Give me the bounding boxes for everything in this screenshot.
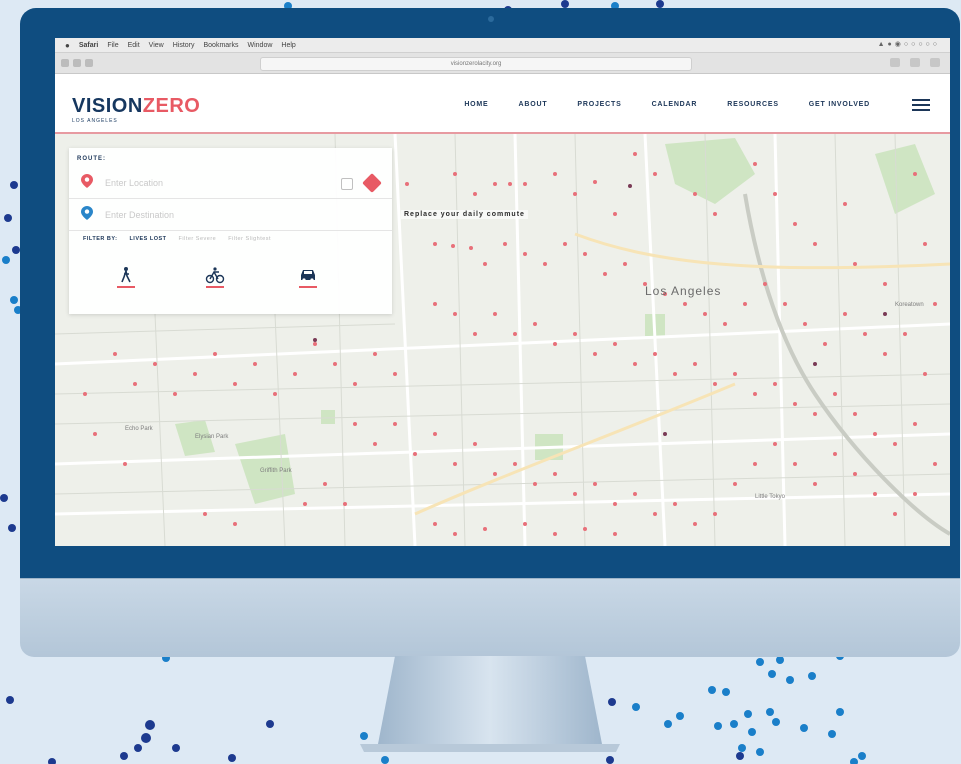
back-button[interactable] [61, 59, 69, 67]
destination-row[interactable]: Enter Destination [69, 200, 392, 231]
car-icon[interactable] [297, 266, 319, 288]
place-label: Griffith Park [260, 468, 292, 474]
place-label: Elysian Park [195, 434, 229, 440]
browser-actions [890, 58, 940, 67]
monitor-stand [360, 656, 620, 752]
nav-projects[interactable]: PROJECTS [577, 101, 621, 108]
logo-vision-text: VISION [72, 95, 143, 117]
hamburger-menu-icon[interactable] [912, 99, 930, 111]
nav-get-involved[interactable]: GET INVOLVED [809, 101, 870, 108]
status-icons: ▲●◉○○○○○ [877, 41, 940, 48]
filter-bar: FILTER BY: LIVES LOST Filter Severe Filt… [83, 236, 271, 242]
menu-file[interactable]: File [107, 42, 118, 49]
pedestrian-icon[interactable] [115, 266, 137, 288]
imac-monitor: ● Safari File Edit View History Bookmark… [20, 8, 960, 657]
start-location-row[interactable]: Enter Location [69, 168, 392, 199]
filter-lives-lost[interactable]: LIVES LOST [129, 236, 166, 242]
travel-modes [69, 260, 392, 300]
bicycle-icon[interactable] [204, 266, 226, 288]
apple-icon[interactable]: ● [65, 41, 70, 50]
start-location-input[interactable]: Enter Location [105, 178, 163, 188]
filter-label: FILTER BY: [83, 236, 118, 242]
commute-heading: Replace your daily commute [401, 210, 528, 219]
destination-input[interactable]: Enter Destination [105, 210, 174, 220]
nav-calendar[interactable]: CALENDAR [652, 101, 698, 108]
downloads-icon[interactable] [890, 58, 900, 67]
logo-zero-text: ZERO [142, 95, 201, 117]
address-bar[interactable]: visionzerolacity.org [260, 57, 692, 71]
destination-pin-icon [81, 206, 93, 220]
forward-button[interactable] [73, 59, 81, 67]
menu-history[interactable]: History [173, 42, 195, 49]
menu-edit[interactable]: Edit [128, 42, 140, 49]
nav-resources[interactable]: RESOURCES [727, 101, 779, 108]
menu-view[interactable]: View [149, 42, 164, 49]
browser-toolbar: visionzerolacity.org [55, 53, 950, 74]
place-label: Koreatown [895, 302, 924, 308]
main-nav: HOME ABOUT PROJECTS CALENDAR RESOURCES G… [464, 101, 870, 108]
place-label: Little Tokyo [755, 494, 785, 500]
tabs-icon[interactable] [930, 58, 940, 67]
vision-zero-logo[interactable]: VISIONZERO LOS ANGELES [72, 96, 200, 124]
camera-icon [488, 16, 494, 22]
nav-about[interactable]: ABOUT [519, 101, 548, 108]
nav-home[interactable]: HOME [464, 101, 488, 108]
location-pin-icon [81, 174, 93, 188]
menu-help[interactable]: Help [281, 42, 295, 49]
window-controls [61, 59, 131, 67]
menu-safari[interactable]: Safari [79, 42, 98, 49]
filter-slightest[interactable]: Filter Slightest [228, 236, 271, 242]
monitor-chin [20, 578, 960, 657]
swap-route-icon[interactable] [341, 178, 353, 190]
filter-severe[interactable]: Filter Severe [179, 236, 217, 242]
site-header: VISIONZERO LOS ANGELES HOME ABOUT PROJEC… [55, 74, 950, 134]
menu-bookmarks[interactable]: Bookmarks [203, 42, 238, 49]
sidebar-button[interactable] [85, 59, 93, 67]
collision-map[interactable]: Replace your daily commute Los Angeles E… [55, 134, 950, 546]
logo-subtitle: LOS ANGELES [72, 118, 118, 124]
route-panel: ROUTE: Enter Location Enter Destination … [69, 148, 392, 314]
place-label: Echo Park [125, 426, 153, 432]
city-label: Los Angeles [645, 284, 722, 298]
screen: ● Safari File Edit View History Bookmark… [55, 38, 950, 546]
macos-menubar: ● Safari File Edit View History Bookmark… [55, 38, 950, 53]
route-label: ROUTE: [77, 156, 106, 162]
share-icon[interactable] [910, 58, 920, 67]
menu-window[interactable]: Window [248, 42, 273, 49]
directions-icon[interactable] [362, 173, 382, 193]
